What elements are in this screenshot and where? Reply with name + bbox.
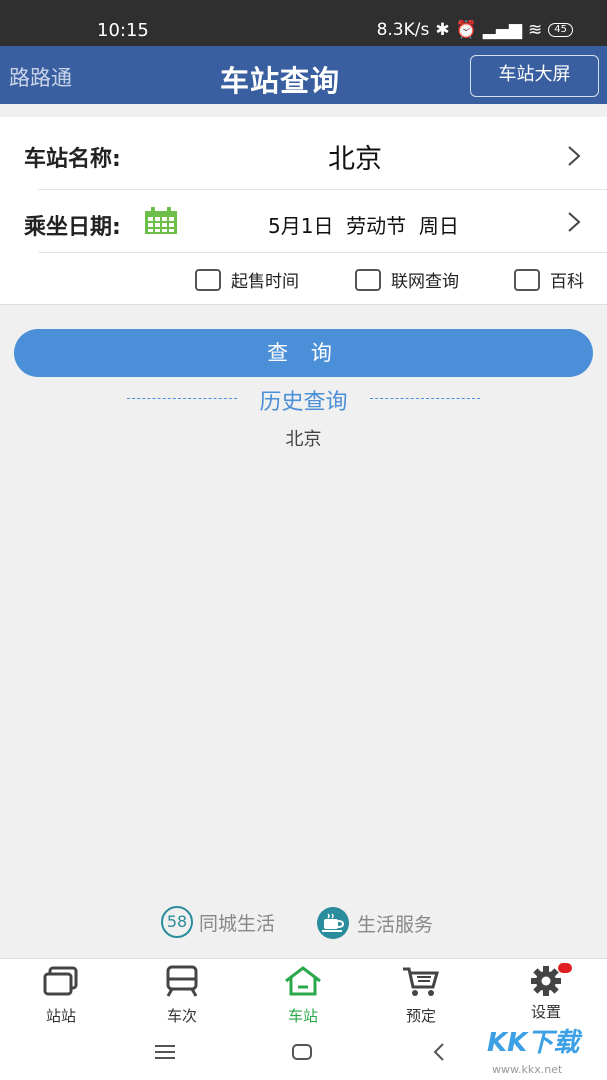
station-screen-button[interactable]: 车站大屏	[470, 55, 599, 97]
online-query-checkbox[interactable]: 联网查询	[355, 267, 459, 292]
status-icons: 8.3K/s ✱ ⏰ ▂▄▆ ≋ 45	[377, 20, 573, 40]
network-speed: 8.3K/s	[376, 20, 430, 40]
date-value: 5月1日 劳动节 周日	[268, 214, 459, 238]
stations-icon	[43, 966, 78, 996]
history-item[interactable]: 北京	[0, 425, 607, 451]
checkbox-label: 起售时间	[231, 272, 299, 292]
divider	[38, 252, 607, 253]
calendar-icon[interactable]	[143, 206, 179, 236]
signal-icon: ▂▄▆	[482, 20, 523, 40]
date-label: 乘坐日期:	[24, 215, 121, 240]
checkbox-box[interactable]	[355, 268, 381, 291]
home-nav-icon[interactable]	[292, 1043, 312, 1061]
checkbox-box[interactable]	[195, 268, 221, 291]
service-links: 58 同城生活 生活服务	[0, 906, 607, 940]
station-row[interactable]: 车站名称: 北京	[0, 121, 607, 189]
date-row[interactable]: 乘坐日期: 5月1日 劳动节 周日	[0, 189, 607, 257]
cart-icon	[403, 967, 439, 996]
encyclopedia-checkbox[interactable]: 百科	[514, 267, 584, 292]
menu-icon[interactable]	[154, 1044, 176, 1060]
tab-label: 车站	[287, 1007, 318, 1025]
checkbox-box[interactable]	[514, 268, 540, 291]
status-time: 10:15	[97, 20, 149, 41]
status-bar: 10:15 8.3K/s ✱ ⏰ ▂▄▆ ≋ 45	[0, 0, 607, 46]
home-icon	[285, 966, 321, 996]
station-label: 车站名称:	[24, 147, 121, 172]
tab-stations[interactable]: 站站	[21, 965, 101, 1026]
coffee-icon	[317, 907, 349, 939]
watermark-logo: KK下载	[487, 1028, 580, 1058]
bluetooth-icon: ✱	[435, 20, 450, 40]
link-label: 生活服务	[357, 913, 434, 936]
history-title: 历史查询	[259, 390, 348, 415]
tab-booking[interactable]: 预定	[381, 965, 461, 1026]
watermark-url: www.kkx.net	[492, 1063, 563, 1076]
wifi-icon: ≋	[528, 20, 543, 40]
tab-label: 车次	[166, 1007, 197, 1025]
app-bar: 路路通 车站查询 车站大屏	[0, 46, 607, 104]
checkbox-label: 百科	[550, 272, 584, 292]
chevron-right-icon	[568, 146, 581, 166]
station-value: 北京	[328, 144, 382, 175]
divider-dashed	[370, 398, 480, 399]
presale-time-checkbox[interactable]: 起售时间	[195, 267, 299, 292]
tab-label: 站站	[45, 1007, 76, 1025]
train-icon	[166, 965, 198, 997]
tab-settings[interactable]: 设置	[506, 963, 586, 1022]
bottom-tab-bar: 站站 车次 车站 预定 设置	[0, 958, 607, 1030]
gear-icon-wrapper	[526, 963, 572, 997]
alarm-icon: ⏰	[455, 20, 477, 40]
notification-dot	[558, 963, 572, 973]
checkbox-label: 联网查询	[391, 272, 459, 292]
chevron-right-icon	[568, 212, 581, 232]
life-service-link[interactable]: 生活服务	[315, 906, 433, 940]
tab-label: 预定	[405, 1007, 436, 1025]
query-form: 车站名称: 北京 乘坐日期: 5月1日 劳动节 周日 起售时间 联网查询 百科	[0, 117, 607, 305]
tab-trains[interactable]: 车次	[142, 965, 222, 1026]
link-label: 同城生活	[199, 912, 276, 935]
58-logo-icon: 58	[161, 906, 193, 938]
back-icon[interactable]	[432, 1042, 446, 1062]
tab-label: 设置	[530, 1003, 561, 1021]
battery-icon: 45	[548, 23, 573, 37]
query-button[interactable]: 查 询	[14, 329, 593, 377]
local-life-link[interactable]: 58 同城生活	[161, 906, 275, 938]
tab-station[interactable]: 车站	[263, 965, 343, 1026]
